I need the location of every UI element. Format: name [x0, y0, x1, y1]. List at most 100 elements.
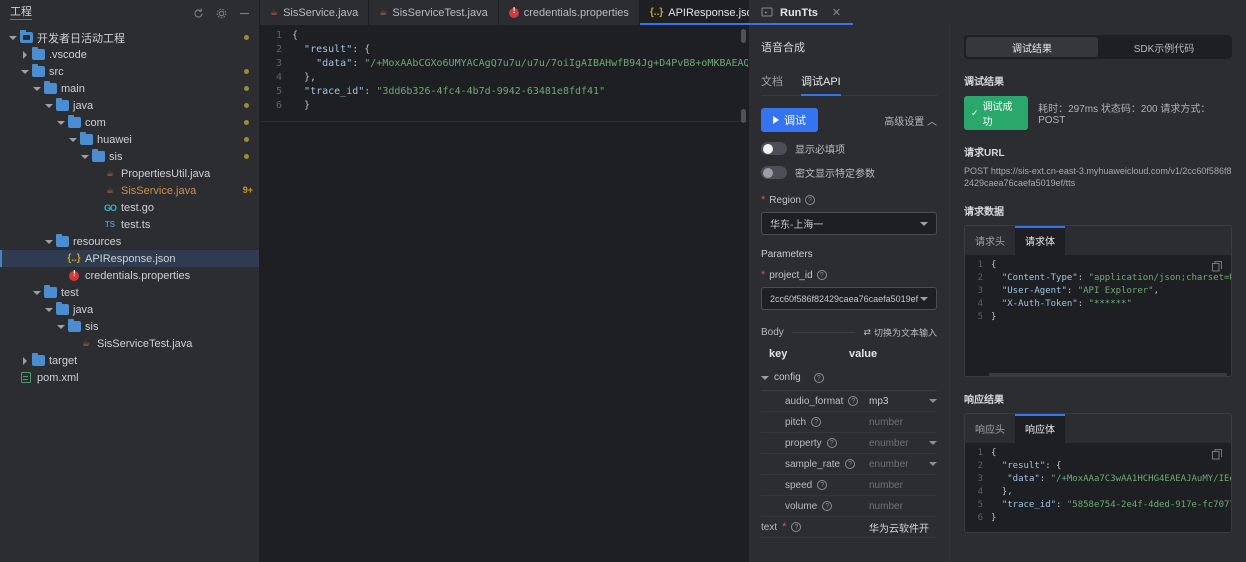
- api-subtab[interactable]: 调试API: [801, 73, 841, 96]
- toggle-row[interactable]: 显示必填项: [761, 141, 937, 156]
- help-icon[interactable]: ?: [804, 195, 815, 205]
- tab-runtts[interactable]: RunTts ✕: [749, 0, 854, 25]
- toggle-row[interactable]: 密文显示特定参数: [761, 165, 937, 180]
- tree-item[interactable]: .vscode: [0, 46, 259, 63]
- scrollbar-thumb-top[interactable]: [741, 29, 746, 43]
- chevron-down-icon[interactable]: [80, 152, 89, 161]
- help-icon[interactable]: ?: [791, 522, 802, 532]
- result-segment-control[interactable]: 调试结果 SDK示例代码: [964, 35, 1232, 59]
- param-value[interactable]: number: [869, 501, 937, 512]
- param-value[interactable]: number: [869, 417, 937, 428]
- tree-item[interactable]: ☕ SisServiceTest.java: [0, 335, 259, 352]
- json-tab[interactable]: 请求头: [965, 226, 1015, 255]
- help-icon[interactable]: ?: [822, 501, 833, 511]
- close-icon[interactable]: ✕: [832, 6, 841, 19]
- config-param-row[interactable]: volume? number: [761, 496, 937, 517]
- chevron-down-icon[interactable]: [44, 101, 53, 110]
- tree-item[interactable]: ☕ SisService.java 9+: [0, 182, 259, 199]
- project-id-select[interactable]: 2cc60f586f82429caea76caefa5019ef: [761, 287, 937, 310]
- text-param-row[interactable]: text * ? 华为云软件开: [761, 517, 937, 538]
- chevron-down-icon[interactable]: [929, 399, 937, 403]
- tree-item[interactable]: target: [0, 352, 259, 369]
- tree-item[interactable]: java: [0, 97, 259, 114]
- config-group-row[interactable]: config ?: [761, 372, 937, 391]
- switch-to-text-input[interactable]: ⇄ 切换为文本输入: [863, 326, 937, 339]
- help-icon[interactable]: ?: [813, 372, 824, 383]
- request-horizontal-scrollbar[interactable]: [989, 373, 1227, 376]
- tree-item[interactable]: pom.xml: [0, 369, 259, 386]
- chevron-down-icon[interactable]: [32, 288, 41, 297]
- chevron-down-icon[interactable]: [929, 462, 937, 466]
- copy-icon[interactable]: [1212, 261, 1223, 272]
- help-icon[interactable]: ?: [816, 270, 827, 280]
- copy-icon[interactable]: [1212, 449, 1223, 460]
- tree-item[interactable]: credentials.properties: [0, 267, 259, 284]
- editor-tab[interactable]: credentials.properties: [498, 0, 640, 25]
- help-icon[interactable]: ?: [826, 438, 837, 448]
- response-code-body[interactable]: 1 2 3 4 5 6 { "result": { "data": "/+MoxAAa7C…: [965, 443, 1231, 532]
- tree-item[interactable]: ☕ PropertiesUtil.java: [0, 165, 259, 182]
- chevron-down-icon[interactable]: [8, 33, 17, 42]
- tree-item[interactable]: main: [0, 80, 259, 97]
- chevron-down-icon[interactable]: [44, 305, 53, 314]
- help-icon[interactable]: ?: [811, 417, 822, 427]
- param-value[interactable]: mp3: [869, 396, 937, 407]
- result-segment[interactable]: 调试结果: [966, 37, 1098, 57]
- config-param-row[interactable]: property? enumber: [761, 433, 937, 454]
- help-icon[interactable]: ?: [845, 459, 856, 469]
- request-code-content[interactable]: { "Content-Type": "application/json;char…: [987, 255, 1231, 376]
- text-param-value[interactable]: 华为云软件开: [869, 520, 937, 535]
- tree-item[interactable]: com: [0, 114, 259, 131]
- toggle-switch[interactable]: [761, 166, 787, 179]
- tree-item[interactable]: huawei: [0, 131, 259, 148]
- param-value[interactable]: number: [869, 480, 937, 491]
- minimize-icon[interactable]: [238, 7, 251, 20]
- config-param-row[interactable]: sample_rate? enumber: [761, 454, 937, 475]
- chevron-down-icon[interactable]: [68, 135, 77, 144]
- request-tabs[interactable]: 请求头 请求体: [965, 226, 1231, 255]
- debug-button[interactable]: 调试: [761, 108, 818, 132]
- advanced-settings-toggle[interactable]: 高级设置 ︿: [884, 113, 937, 128]
- region-select[interactable]: 华东-上海一: [761, 212, 937, 235]
- editor-code-content[interactable]: { "result": { "data": "/+MoxAAbCGXo6UMYA…: [288, 25, 748, 562]
- response-code-content[interactable]: { "result": { "data": "/+MoxAAa7C3wAA1HC…: [987, 443, 1231, 532]
- scrollbar-thumb-bottom[interactable]: [741, 109, 746, 123]
- tree-item[interactable]: test: [0, 284, 259, 301]
- refresh-icon[interactable]: [192, 7, 205, 20]
- tree-item[interactable]: GO test.go: [0, 199, 259, 216]
- response-tabs[interactable]: 响应头 响应体: [965, 414, 1231, 443]
- tree-item[interactable]: TS test.ts: [0, 216, 259, 233]
- json-tab[interactable]: 请求体: [1015, 226, 1065, 255]
- chevron-right-icon[interactable]: [20, 50, 29, 59]
- json-tab[interactable]: 响应体: [1015, 414, 1065, 443]
- config-param-row[interactable]: audio_format? mp3: [761, 391, 937, 412]
- help-icon[interactable]: ?: [817, 480, 828, 490]
- editor-tab[interactable]: ☕ SisService.java: [260, 0, 370, 25]
- chevron-right-icon[interactable]: [20, 356, 29, 365]
- editor-vertical-scrollbar[interactable]: [741, 29, 746, 562]
- result-segment[interactable]: SDK示例代码: [1098, 37, 1230, 57]
- request-code-body[interactable]: 1 2 3 4 5 { "Content-Type": "application/jso…: [965, 255, 1231, 376]
- config-param-row[interactable]: speed? number: [761, 475, 937, 496]
- chevron-down-icon[interactable]: [32, 84, 41, 93]
- param-value[interactable]: enumber: [869, 438, 937, 449]
- chevron-down-icon[interactable]: [44, 237, 53, 246]
- chevron-down-icon[interactable]: [929, 441, 937, 445]
- toggle-switch[interactable]: [761, 142, 787, 155]
- config-param-row[interactable]: pitch? number: [761, 412, 937, 433]
- gear-icon[interactable]: [215, 7, 228, 20]
- tree-item[interactable]: src: [0, 63, 259, 80]
- code-editor[interactable]: 1 2 3 4 5 6 { "result": { "data": "/+MoxAAbCG…: [260, 25, 748, 562]
- editor-tab[interactable]: ☕ SisServiceTest.java: [369, 0, 499, 25]
- param-value[interactable]: enumber: [869, 459, 937, 470]
- chevron-down-icon[interactable]: [20, 67, 29, 76]
- tree-item[interactable]: sis: [0, 148, 259, 165]
- tree-item[interactable]: {..} APIResponse.json: [0, 250, 259, 267]
- help-icon[interactable]: ?: [848, 396, 859, 406]
- editor-tabbar[interactable]: ☕ SisService.java ☕ SisServiceTest.java cred…: [260, 0, 787, 25]
- tree-item[interactable]: 开发者日活动工程: [0, 29, 259, 46]
- chevron-down-icon[interactable]: [56, 322, 65, 331]
- json-tab[interactable]: 响应头: [965, 414, 1015, 443]
- tree-item[interactable]: sis: [0, 318, 259, 335]
- chevron-down-icon[interactable]: [56, 118, 65, 127]
